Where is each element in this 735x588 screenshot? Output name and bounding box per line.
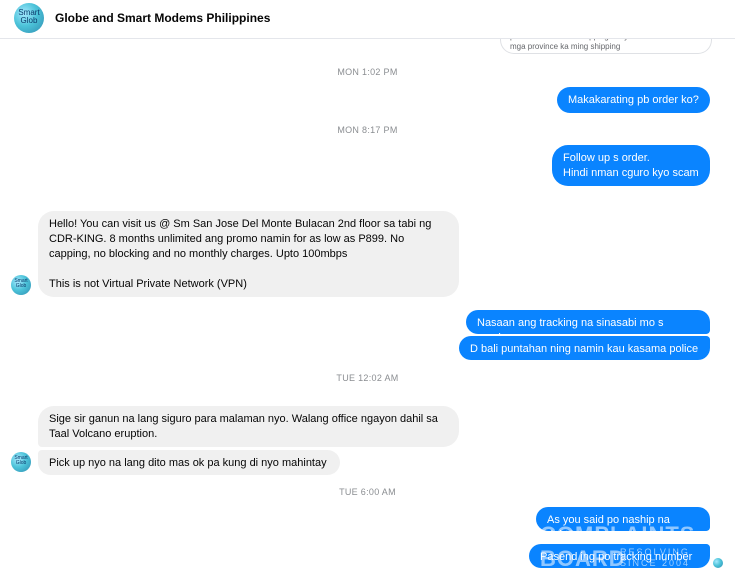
sender-avatar[interactable]: Smart Glob xyxy=(11,275,31,295)
message-text: capping, no blocking and no monthly char… xyxy=(49,248,348,260)
message-text: Pick up nyo na lang dito mas ok pa kung … xyxy=(49,457,327,469)
sender-avatar[interactable]: Smart Glob xyxy=(11,452,31,472)
outgoing-message[interactable]: Makakarating pb order ko? xyxy=(557,87,710,113)
message-text: This is not Virtual Private Network (VPN… xyxy=(49,278,247,290)
message-text: Sige sir ganun na lang siguro para malam… xyxy=(49,413,438,425)
timestamp: TUE 6:00 AM xyxy=(339,487,396,497)
page-avatar[interactable]: Smart Glob xyxy=(14,3,44,33)
timestamp: MON 1:02 PM xyxy=(337,67,398,77)
timestamp: TUE 12:02 AM xyxy=(336,373,399,383)
conversation-title[interactable]: Globe and Smart Modems Philippines xyxy=(55,11,270,25)
outgoing-message[interactable]: As you said po naship na right? xyxy=(536,507,710,541)
message-text: CDR-KING. 8 months unlimited ang promo n… xyxy=(49,233,405,245)
outgoing-message[interactable]: Follow up s order. Hindi nman cguro kyo … xyxy=(552,145,710,186)
avatar-label: Smart Glob xyxy=(14,278,28,289)
message-text: Makakarating pb order ko? xyxy=(568,94,699,106)
incoming-message[interactable]: Hello! You can visit us @ Sm San Jose De… xyxy=(38,211,459,297)
outgoing-message[interactable]: Pasend ing po tracking number xyxy=(529,544,710,568)
incoming-message[interactable]: Sige sir ganun na lang siguro para malam… xyxy=(38,406,459,447)
incoming-message[interactable]: Pick up nyo na lang dito mas ok pa kung … xyxy=(38,450,340,475)
timestamp: MON 8:17 PM xyxy=(337,125,398,135)
outgoing-message[interactable]: Nasaan ang tracking na sinasabi mo s cou… xyxy=(466,310,710,344)
conversation-header: Smart Glob Globe and Smart Modems Philip… xyxy=(0,0,735,39)
previous-message-line: mga province ka ming shipping xyxy=(510,42,621,51)
read-receipt-avatar xyxy=(713,558,723,568)
message-text: Pasend ing po tracking number xyxy=(540,551,693,563)
message-text: As you said po naship na right? xyxy=(547,514,670,541)
message-text: Taal Volcano eruption. xyxy=(49,428,158,440)
avatar-label: Smart Glob xyxy=(18,8,40,25)
message-text: Follow up s order. xyxy=(563,152,650,164)
message-text: Hindi nman cguro kyo scam xyxy=(563,167,699,179)
message-text: D bali puntahan ning namin kau kasama po… xyxy=(470,343,699,355)
message-text: Hello! You can visit us @ Sm San Jose De… xyxy=(49,218,432,230)
outgoing-message[interactable]: D bali puntahan ning namin kau kasama po… xyxy=(459,336,710,360)
avatar-label: Smart Glob xyxy=(14,455,28,466)
